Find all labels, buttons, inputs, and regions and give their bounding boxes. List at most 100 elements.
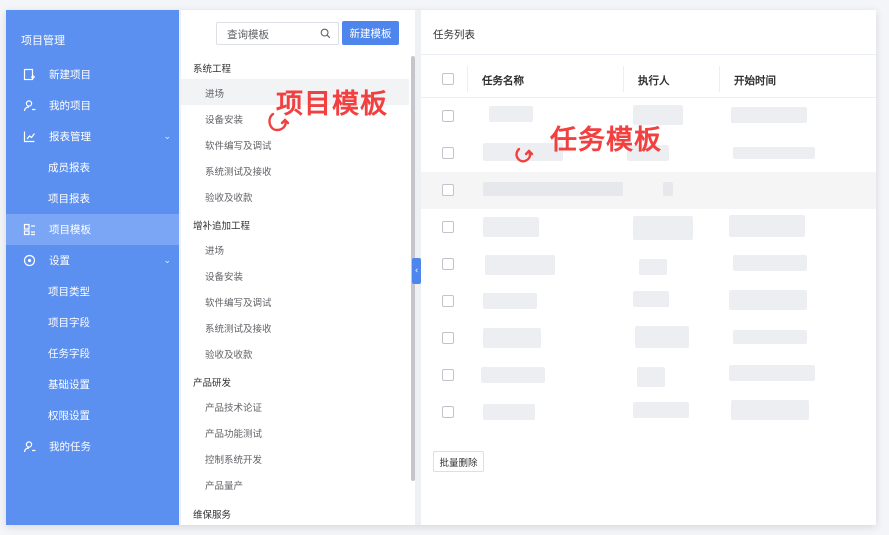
blurred-cell — [481, 367, 545, 383]
row-checkbox[interactable] — [442, 147, 454, 159]
sidebar-item-member-report[interactable]: 成员报表 — [6, 152, 179, 183]
template-search-input[interactable] — [217, 24, 312, 46]
blurred-cell — [731, 400, 809, 420]
template-item-label: 系统测试及接收 — [205, 324, 272, 335]
sidebar-item-label: 设置 — [49, 255, 70, 267]
batch-delete-button[interactable]: 批量删除 — [433, 451, 484, 472]
blurred-cell — [489, 106, 533, 122]
table-row[interactable] — [421, 320, 876, 357]
row-checkbox[interactable] — [442, 332, 454, 344]
column-header-task-name: 任务名称 — [482, 75, 524, 87]
sidebar-item-project-type[interactable]: 项目类型 — [6, 276, 179, 307]
blurred-cell — [729, 215, 805, 237]
template-group-title: 维保服务 — [193, 510, 232, 521]
sidebar-item-label: 新建项目 — [49, 69, 91, 81]
template-item-label: 控制系统开发 — [205, 455, 263, 466]
template-group-title: 系统工程 — [193, 64, 232, 75]
sidebar-item-project-report[interactable]: 项目报表 — [6, 183, 179, 214]
template-item[interactable]: 软件编写及调试 — [181, 131, 409, 157]
blurred-cell — [483, 328, 541, 348]
sidebar-item-project-template[interactable]: 项目模板 — [6, 214, 179, 245]
template-item-label: 产品技术论证 — [205, 403, 263, 414]
blurred-cell — [733, 255, 807, 271]
template-item-label: 产品量产 — [205, 481, 244, 492]
sidebar-item-new-project[interactable]: 新建项目 — [6, 59, 179, 90]
blurred-cell — [633, 216, 693, 240]
chart-icon — [22, 130, 36, 144]
column-separator — [467, 66, 468, 92]
sidebar: 项目管理 新建项目 我的项目 报表管理 ⌄ 成员报表 项目报表 项目模板 设置 … — [6, 10, 179, 525]
row-checkbox[interactable] — [442, 110, 454, 122]
template-item[interactable]: 软件编写及调试 — [181, 288, 409, 314]
table-row[interactable] — [421, 283, 876, 320]
select-all-checkbox[interactable] — [442, 73, 454, 85]
template-item-label: 软件编写及调试 — [205, 141, 272, 152]
settings-icon — [22, 254, 36, 268]
sidebar-item-basic-settings[interactable]: 基础设置 — [6, 369, 179, 400]
row-checkbox[interactable] — [442, 184, 454, 196]
blurred-cell — [663, 182, 673, 196]
table-row[interactable] — [421, 394, 876, 431]
sidebar-item-my-projects[interactable]: 我的项目 — [6, 90, 179, 121]
row-checkbox[interactable] — [442, 295, 454, 307]
sidebar-item-reports[interactable]: 报表管理 ⌄ — [6, 121, 179, 152]
sidebar-item-label: 我的项目 — [49, 100, 91, 112]
template-item[interactable]: 产品功能测试 — [181, 419, 409, 445]
chevron-left-icon: ‹ — [414, 266, 419, 276]
column-separator — [719, 66, 720, 92]
blurred-cell — [729, 365, 815, 381]
add-doc-icon — [22, 68, 36, 82]
template-item[interactable]: 设备安装 — [181, 262, 409, 288]
template-group-title: 产品研发 — [193, 378, 232, 389]
template-item-label: 产品功能测试 — [205, 429, 263, 440]
template-item-label: 进场 — [205, 246, 225, 257]
blurred-cell — [637, 367, 665, 387]
template-item[interactable]: 产品技术论证 — [181, 393, 409, 419]
blurred-cell — [483, 404, 535, 420]
sidebar-item-my-tasks[interactable]: 我的任务 — [6, 431, 179, 462]
table-row[interactable] — [421, 209, 876, 246]
sidebar-item-project-field[interactable]: 项目字段 — [6, 307, 179, 338]
table-row[interactable] — [421, 172, 876, 209]
sidebar-item-settings[interactable]: 设置 ⌄ — [6, 245, 179, 276]
task-panel: 任务列表 任务名称 执行人 开始时间 批量删除 任务模板 — [421, 10, 876, 525]
template-search[interactable] — [216, 22, 339, 46]
collapse-panel-button[interactable]: ‹ — [412, 258, 421, 284]
sidebar-item-permission-settings[interactable]: 权限设置 — [6, 400, 179, 431]
row-checkbox[interactable] — [442, 406, 454, 418]
app-window: 项目管理 新建项目 我的项目 报表管理 ⌄ 成员报表 项目报表 项目模板 设置 … — [6, 10, 876, 525]
user-task-icon — [22, 440, 36, 454]
table-row[interactable] — [421, 246, 876, 283]
template-item-label: 软件编写及调试 — [205, 298, 272, 309]
template-item[interactable]: 验收及收款 — [181, 340, 409, 366]
task-list-title: 任务列表 — [433, 29, 475, 41]
template-item[interactable]: 进场 — [181, 236, 409, 262]
curl-arrow-icon — [515, 147, 534, 163]
row-checkbox[interactable] — [442, 369, 454, 381]
sidebar-item-task-field[interactable]: 任务字段 — [6, 338, 179, 369]
blurred-cell — [733, 147, 815, 159]
template-item-label: 验收及收款 — [205, 350, 253, 361]
sidebar-item-label: 报表管理 — [49, 131, 91, 143]
template-item-label: 设备安装 — [205, 115, 244, 126]
template-item[interactable]: 验收及收款 — [181, 183, 409, 209]
template-item[interactable]: 系统测试及接收 — [181, 157, 409, 183]
blurred-cell — [485, 255, 555, 275]
chevron-down-icon: ⌄ — [163, 255, 171, 266]
blurred-cell — [639, 259, 667, 275]
sidebar-item-label: 项目报表 — [48, 193, 90, 205]
blurred-cell — [729, 290, 807, 310]
template-item[interactable]: 控制系统开发 — [181, 445, 409, 471]
template-item-label: 设备安装 — [205, 272, 244, 283]
blurred-cell — [483, 182, 623, 196]
sidebar-item-label: 权限设置 — [48, 410, 90, 422]
new-template-button[interactable]: 新建模板 — [342, 21, 399, 45]
row-checkbox[interactable] — [442, 258, 454, 270]
user-icon — [22, 99, 36, 113]
search-icon[interactable] — [320, 28, 331, 39]
template-item[interactable]: 系统测试及接收 — [181, 314, 409, 340]
table-row[interactable] — [421, 357, 876, 394]
template-item[interactable]: 产品量产 — [181, 471, 409, 497]
row-checkbox[interactable] — [442, 221, 454, 233]
template-group-title: 增补追加工程 — [193, 221, 251, 232]
